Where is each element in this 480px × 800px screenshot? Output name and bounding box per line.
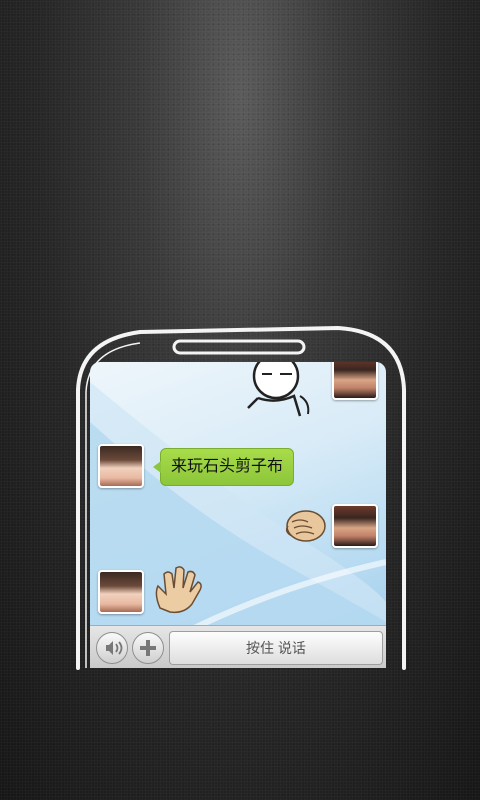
chat-screen: 来玩石头剪子布 按住 说话 — [90, 362, 386, 668]
friend-avatar[interactable] — [332, 362, 378, 400]
friend-avatar[interactable] — [332, 504, 378, 548]
rock-fist-icon[interactable] — [282, 508, 326, 544]
chat-message-text: 来玩石头剪子布 — [171, 458, 284, 475]
doodle-character-icon — [247, 362, 310, 417]
push-to-talk-button[interactable]: 按住 说话 — [169, 631, 383, 665]
plus-icon[interactable] — [132, 632, 164, 664]
user-avatar[interactable] — [98, 570, 144, 614]
speaker-icon[interactable] — [96, 632, 128, 664]
chat-message-bubble[interactable]: 来玩石头剪子布 — [152, 448, 295, 486]
user-avatar[interactable] — [98, 444, 144, 488]
input-bar: 按住 说话 — [90, 625, 386, 668]
paper-hand-icon[interactable] — [150, 564, 204, 614]
